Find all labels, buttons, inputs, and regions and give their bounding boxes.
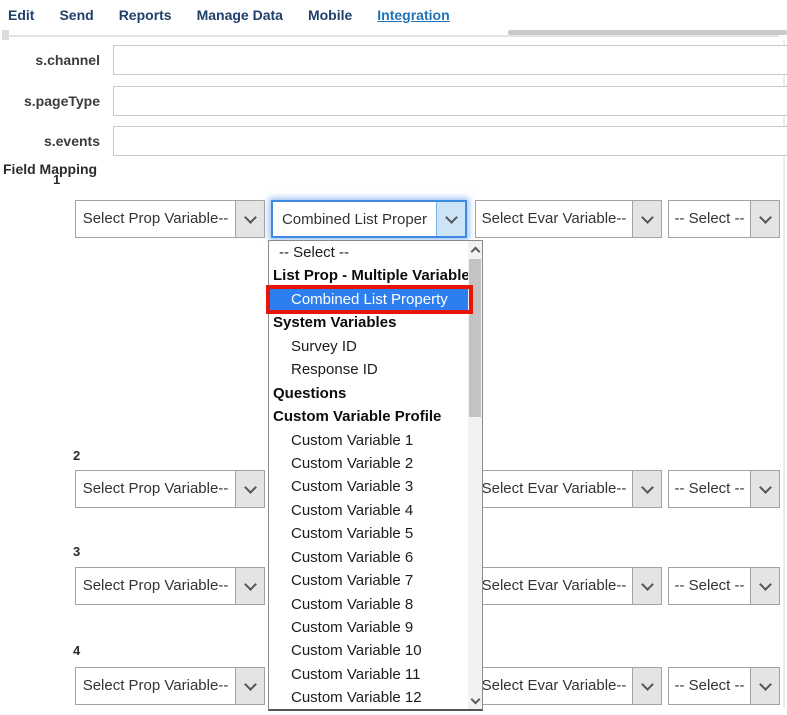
select-value: Select Evar Variable-- (476, 568, 632, 604)
chevron-down-icon (750, 668, 779, 704)
mapping-row-number: 4 (73, 643, 80, 658)
select-value: Select Prop Variable-- (76, 471, 235, 507)
list-variable-select-row1[interactable]: Combined List Proper (271, 200, 467, 238)
field-label: s.pageType (0, 86, 100, 116)
select-value: Select Evar Variable-- (476, 201, 632, 237)
evar-variable-select-row1[interactable]: Select Evar Variable-- (475, 200, 662, 238)
dropdown-option[interactable]: Custom Variable 3 (269, 475, 468, 498)
select-value: -- Select -- (669, 668, 750, 704)
select-value: Select Prop Variable-- (76, 201, 235, 237)
evar-variable-select-row3[interactable]: Select Evar Variable-- (475, 567, 662, 605)
dropdown-option[interactable]: Response ID (269, 358, 468, 381)
nav-item-reports[interactable]: Reports (119, 7, 172, 23)
dropdown-option[interactable]: -- Select -- (269, 241, 468, 264)
form-row: s.events (0, 126, 787, 156)
s-events-input[interactable] (113, 126, 787, 156)
section-divider (8, 35, 779, 37)
chevron-down-icon (632, 471, 661, 507)
prop-variable-select-row3[interactable]: Select Prop Variable-- (75, 567, 265, 605)
form-row: s.channel (0, 45, 787, 75)
evar-variable-select-row4[interactable]: Select Evar Variable-- (475, 667, 662, 705)
form-row: s.pageType (0, 86, 787, 116)
event-variable-select-row1[interactable]: -- Select -- (668, 200, 780, 238)
mapping-row-number: 3 (73, 544, 80, 559)
chevron-down-icon (632, 201, 661, 237)
nav-item-mobile[interactable]: Mobile (308, 7, 352, 23)
dropdown-group-header: System Variables (269, 311, 468, 334)
dropdown-option[interactable]: Custom Variable 4 (269, 499, 468, 522)
field-mapping-title: Field Mapping (3, 161, 97, 177)
prop-variable-select-row4[interactable]: Select Prop Variable-- (75, 667, 265, 705)
s-pagetype-input[interactable] (113, 86, 787, 116)
nav-item-edit[interactable]: Edit (8, 7, 34, 23)
nav-item-integration[interactable]: Integration (377, 7, 449, 23)
dropdown-option[interactable]: Combined List Property (269, 288, 468, 311)
event-variable-select-row3[interactable]: -- Select -- (668, 567, 780, 605)
select-value: Select Evar Variable-- (476, 471, 632, 507)
select-value: Select Prop Variable-- (76, 568, 235, 604)
prop-variable-select-row1[interactable]: Select Prop Variable-- (75, 200, 265, 238)
dropdown-option[interactable]: Custom Variable 10 (269, 639, 468, 662)
nav-item-send[interactable]: Send (59, 7, 93, 23)
chevron-down-icon (750, 201, 779, 237)
mapping-row-number: 2 (73, 448, 80, 463)
chevron-down-icon (235, 568, 264, 604)
horizontal-scrollbar-thumb[interactable] (508, 30, 787, 35)
dropdown-option[interactable]: Custom Variable 1 (269, 429, 468, 452)
prop-variable-select-row2[interactable]: Select Prop Variable-- (75, 470, 265, 508)
event-variable-select-row2[interactable]: -- Select -- (668, 470, 780, 508)
s-channel-input[interactable] (113, 45, 787, 75)
select-value: Combined List Proper (273, 202, 436, 236)
chevron-down-icon (632, 568, 661, 604)
select-value: Select Prop Variable-- (76, 668, 235, 704)
chevron-down-icon (632, 668, 661, 704)
dropdown-option[interactable]: Custom Variable 11 (269, 663, 468, 686)
dropdown-option[interactable]: Custom Variable 5 (269, 522, 468, 545)
dropdown-option[interactable]: Survey ID (269, 335, 468, 358)
select-value: -- Select -- (669, 201, 750, 237)
chevron-down-icon (436, 202, 465, 236)
dropdown-option[interactable]: Custom Variable 9 (269, 616, 468, 639)
mapping-row-number: 1 (53, 172, 60, 187)
mapping-row: Select Prop Variable-- Combined List Prop… (0, 200, 787, 238)
chevron-down-icon (235, 668, 264, 704)
field-label: s.events (0, 126, 100, 156)
chevron-down-icon (235, 471, 264, 507)
dropdown-group-header: List Prop - Multiple Variable (269, 264, 468, 287)
select-value: -- Select -- (669, 471, 750, 507)
top-nav: Edit Send Reports Manage Data Mobile Integrat… (8, 7, 450, 23)
dropdown-scrollbar[interactable] (468, 241, 482, 709)
nav-item-manage-data[interactable]: Manage Data (197, 7, 283, 23)
dropdown-group-header: Custom Variable Profile (269, 405, 468, 428)
dropdown-option[interactable]: Custom Variable 7 (269, 569, 468, 592)
chevron-down-icon (235, 201, 264, 237)
field-label: s.channel (0, 45, 100, 75)
dropdown-options: -- Select --List Prop - Multiple Variabl… (269, 241, 468, 709)
evar-variable-select-row2[interactable]: Select Evar Variable-- (475, 470, 662, 508)
scroll-up-icon[interactable] (468, 242, 482, 258)
dropdown-option[interactable]: Custom Variable 6 (269, 546, 468, 569)
event-variable-select-row4[interactable]: -- Select -- (668, 667, 780, 705)
dropdown-option[interactable]: Custom Variable 2 (269, 452, 468, 475)
dropdown-option[interactable]: Custom Variable 8 (269, 593, 468, 616)
chevron-down-icon (750, 568, 779, 604)
scroll-down-icon[interactable] (468, 692, 482, 708)
chevron-down-icon (750, 471, 779, 507)
select-value: -- Select -- (669, 568, 750, 604)
dropdown-group-header: Questions (269, 382, 468, 405)
select-value: Select Evar Variable-- (476, 668, 632, 704)
list-prop-dropdown-open: -- Select --List Prop - Multiple Variabl… (268, 240, 483, 711)
scrollbar-thumb[interactable] (469, 259, 481, 417)
dropdown-option[interactable]: Custom Variable 12 (269, 686, 468, 709)
